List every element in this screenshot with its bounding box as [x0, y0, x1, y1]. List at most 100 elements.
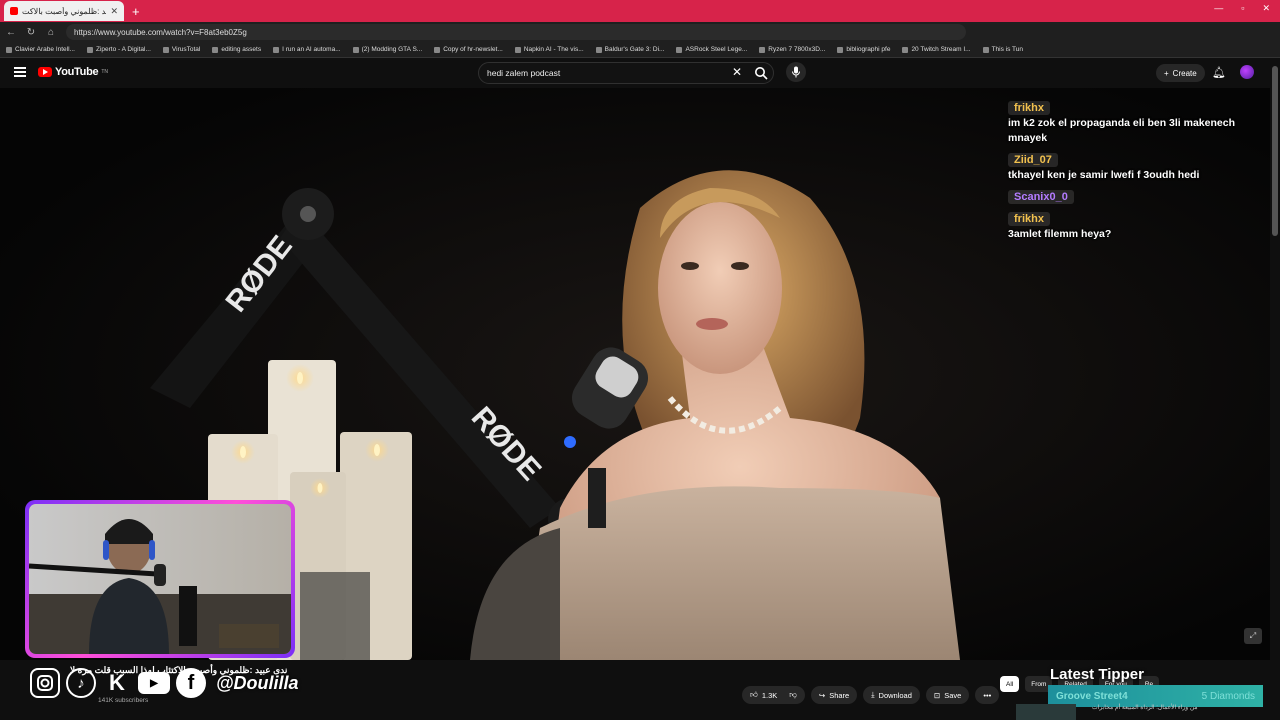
thumbs-down-icon[interactable]: 👎︎ [789, 690, 797, 700]
share-label: Share [829, 690, 850, 700]
sweater [520, 486, 960, 660]
chat-username: frikhx [1008, 212, 1050, 226]
menu-icon[interactable] [14, 67, 26, 77]
webcam-frame [25, 500, 295, 658]
filter-chip[interactable]: All [1000, 676, 1020, 692]
bookmark-item[interactable]: bibliographi pfe [837, 46, 890, 53]
bookmark-label: Clavier Arabe Intell... [15, 46, 75, 53]
bookmark-favicon-icon [212, 46, 219, 53]
search-icon[interactable] [754, 66, 768, 80]
chat-message: Ziid_07tkhayel ken je samir lwefi f 3oud… [1008, 150, 1268, 183]
save-label: Save [944, 690, 962, 700]
microphone-icon [792, 66, 800, 78]
minimize-button[interactable]: — [1214, 3, 1223, 14]
instagram-icon [30, 668, 60, 698]
reload-icon[interactable]: ↻ [26, 27, 36, 38]
chat-message-text: im k2 zok el propaganda eli ben 3li make… [1008, 117, 1235, 144]
bookmark-favicon-icon [6, 46, 12, 53]
youtube-play-icon [38, 67, 52, 77]
close-tab-icon[interactable]: ✕ [110, 6, 118, 17]
recommended-video-title[interactable]: من وزاء الأعمال: الرداة المبيعة أم مخابر… [1092, 704, 1198, 711]
browser-tab-bar: ندى عبيد :ظلموني وأصبت بالاكت ✕ + — ▫ ✕ [0, 0, 1280, 22]
bookmark-item[interactable]: VirusTotal [162, 46, 200, 53]
glass [300, 572, 370, 660]
bookmark-label: I run an AI automa... [282, 46, 341, 53]
bookmark-item[interactable]: Napkin AI - The vis... [514, 46, 584, 53]
save-button[interactable]: ⊡ Save [925, 686, 970, 704]
create-button[interactable]: + Create [1156, 64, 1205, 82]
back-icon[interactable]: ← [6, 27, 16, 38]
bookmark-item[interactable]: I run an AI automa... [273, 46, 341, 53]
youtube-logo[interactable]: YouTube TN [38, 66, 108, 78]
voice-search-button[interactable] [786, 62, 806, 82]
expand-icon[interactable]: ⤢ [1244, 628, 1262, 644]
bookmark-label: Baldur's Gate 3: Di... [604, 46, 665, 53]
bookmark-favicon-icon [162, 46, 169, 53]
browser-tab[interactable]: ندى عبيد :ظلموني وأصبت بالاكت ✕ [4, 1, 124, 21]
bookmark-favicon-icon [837, 46, 844, 53]
country-code: TN [101, 69, 108, 75]
bookmark-label: Copy of hr-newslet... [443, 46, 503, 53]
address-bar-row: ← ↻ ⌂ https://www.youtube.com/watch?v=F8… [0, 22, 1280, 42]
chat-message-text: tkhayel ken je samir lwefi f 3oudh hedi [1008, 169, 1200, 181]
bookmark-item[interactable]: Ziperto - A Digital... [86, 46, 151, 53]
close-window-button[interactable]: ✕ [1262, 3, 1270, 14]
like-button[interactable]: 👍︎ 1.3K 👎︎ [742, 686, 805, 704]
tipper-amount: 5 Diamonds [1201, 690, 1255, 702]
chat-message-text: 3amlet filemm heya? [1008, 228, 1112, 240]
bookmark-label: 20 Twitch Stream I... [911, 46, 971, 53]
chat-overlay: frikhx im k2 zok el propaganda eli ben 3l… [1008, 98, 1268, 246]
new-tab-button[interactable]: + [132, 4, 140, 19]
bookmark-item[interactable]: (2) Modding GTA S... [352, 46, 423, 53]
maximize-button[interactable]: ▫ [1241, 3, 1244, 14]
download-label: Download [878, 690, 912, 700]
bookmark-favicon-icon [676, 46, 683, 53]
youtube-favicon-icon [10, 7, 18, 15]
streamer-webcam-scene [29, 504, 291, 654]
bookmark-label: Ryzen 7 7800x3D... [768, 46, 826, 53]
share-button[interactable]: ↪ Share [810, 686, 858, 704]
chat-username-text: frikhx [1014, 213, 1044, 225]
download-button[interactable]: ⤓ Download [863, 686, 920, 704]
bookmark-item[interactable]: Baldur's Gate 3: Di... [595, 46, 665, 53]
chat-username-text: Scanix0_0 [1014, 191, 1068, 203]
create-label: Create [1172, 68, 1197, 78]
bookmark-item[interactable]: This is Tun [982, 46, 1024, 53]
more-actions-button[interactable]: ••• [975, 686, 1000, 704]
notifications-bell-icon[interactable]: 🔔︎ [1212, 66, 1226, 79]
video-actions: 👍︎ 1.3K 👎︎ ↪ Share ⤓ Download ⊡ Save ••• [742, 686, 1000, 704]
kick-icon: K [109, 670, 125, 695]
youtube-icon: ▶ [138, 672, 170, 694]
clear-search-icon[interactable]: ✕ [732, 65, 742, 79]
bookmark-label: Napkin AI - The vis... [523, 46, 584, 53]
webcam-feed [29, 504, 291, 654]
subscriber-count: 141K subscribers [98, 697, 149, 704]
bookmark-item[interactable]: ASRock Steel Lege... [676, 46, 747, 53]
window-controls: — ▫ ✕ [1214, 3, 1270, 14]
recommended-video-thumbnail[interactable] [1016, 704, 1076, 720]
bookmark-icon: ⊡ [933, 690, 941, 700]
account-avatar[interactable] [1240, 65, 1254, 79]
bookmarks-bar: Clavier Arabe Intell... Ziperto - A Digit… [0, 42, 1280, 58]
search-input[interactable]: hedi zalem podcast [478, 62, 774, 84]
bookmark-label: (2) Modding GTA S... [361, 46, 423, 53]
bookmark-item[interactable]: 20 Twitch Stream I... [902, 46, 971, 53]
chat-message: frikhx 3amlet filemm heya? [1008, 209, 1268, 242]
chat-message: frikhx im k2 zok el propaganda eli ben 3l… [1008, 98, 1268, 146]
chat-username: Ziid_07 [1008, 153, 1058, 167]
chat-username-text: Ziid_07 [1014, 154, 1052, 166]
home-icon[interactable]: ⌂ [46, 27, 56, 38]
thumbs-up-icon: 👍︎ [750, 690, 758, 699]
bookmark-label: This is Tun [991, 46, 1024, 53]
social-links-overlay: ♪ K ▶ f @Doulilla [30, 668, 299, 698]
chat-message: Scanix0_0 [1008, 187, 1268, 205]
bookmark-item[interactable]: editing assets [212, 46, 261, 53]
bookmark-favicon-icon [273, 46, 280, 53]
url-field[interactable]: https://www.youtube.com/watch?v=F8at3eb0… [66, 24, 966, 40]
latest-tipper-title: Latest Tipper [1050, 666, 1144, 683]
bookmark-item[interactable]: Copy of hr-newslet... [434, 46, 503, 53]
bookmark-item[interactable]: Ryzen 7 7800x3D... [759, 46, 825, 53]
chat-username: Scanix0_0 [1008, 190, 1074, 204]
page-scrollbar[interactable] [1272, 66, 1278, 236]
bookmark-item[interactable]: Clavier Arabe Intell... [6, 46, 75, 53]
